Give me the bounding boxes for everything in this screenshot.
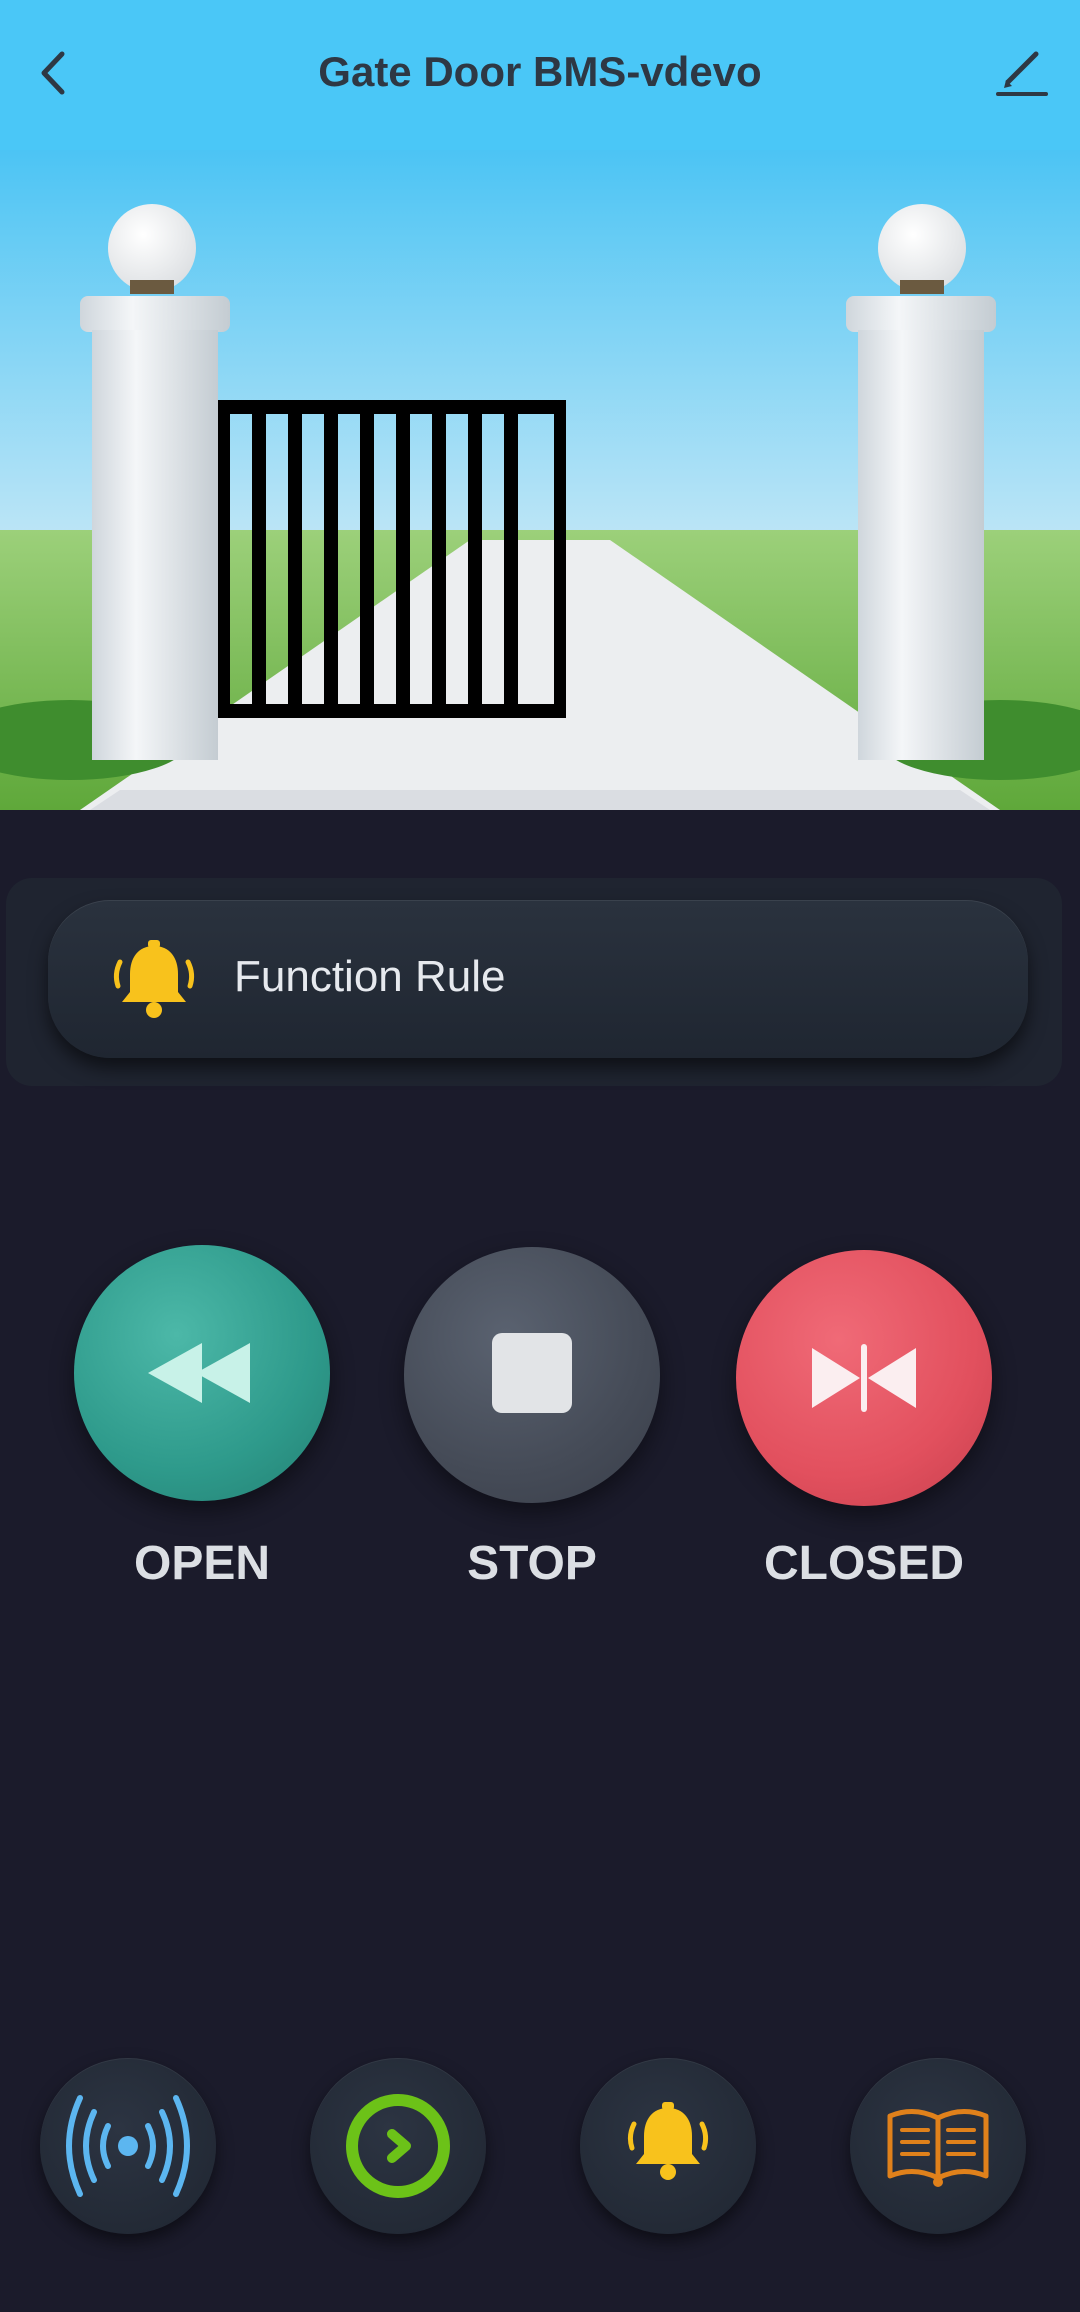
- timer-ring-icon: [346, 2094, 450, 2198]
- function-rule-button[interactable]: Function Rule: [48, 900, 1028, 1058]
- nav-manual[interactable]: [850, 2058, 1026, 2234]
- nav-remote-signal[interactable]: [40, 2058, 216, 2234]
- nav-alarm[interactable]: [580, 2058, 756, 2234]
- open-button[interactable]: [74, 1245, 330, 1501]
- stop-button[interactable]: [404, 1247, 660, 1503]
- manual-book-icon: [887, 2109, 989, 2187]
- alarm-bell-icon: [627, 2102, 709, 2180]
- broadcast-signal-icon: [66, 2095, 190, 2197]
- page-title: Gate Door BMS-vdevo: [318, 48, 762, 95]
- stop-icon: [492, 1333, 572, 1413]
- gate-illustration: [0, 150, 1080, 810]
- close-gate-icon: [812, 1344, 916, 1412]
- nav-timer[interactable]: [310, 2058, 486, 2234]
- close-button[interactable]: [736, 1250, 992, 1506]
- open-label: OPEN: [133, 1537, 271, 1590]
- function-rule-label: Function Rule: [234, 952, 506, 1001]
- edit-pencil-icon[interactable]: [992, 42, 1052, 102]
- stop-label: STOP: [467, 1537, 597, 1590]
- close-label: CLOSED: [763, 1537, 964, 1590]
- rewind-icon: [148, 1343, 250, 1403]
- app-header: Gate Door BMS-vdevo: [0, 0, 1080, 150]
- bell-icon: [106, 932, 202, 1028]
